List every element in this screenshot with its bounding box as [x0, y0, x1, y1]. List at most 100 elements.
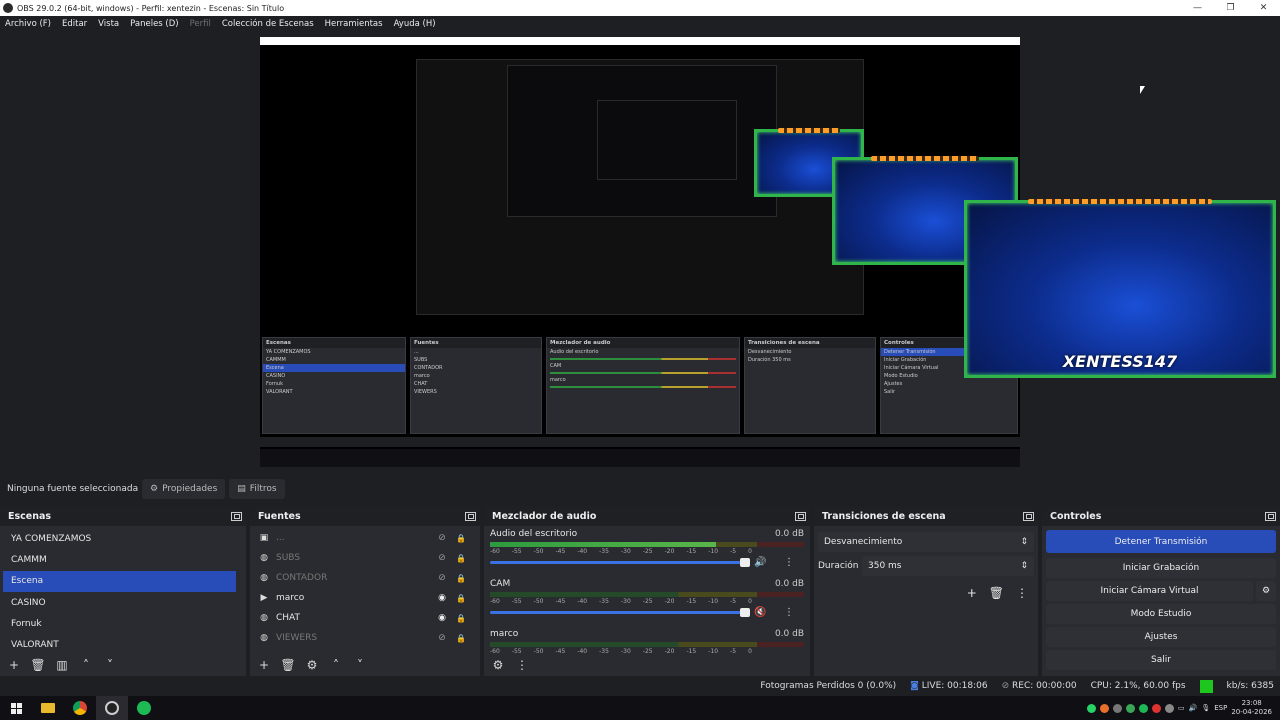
- virtual-camera-settings-icon[interactable]: ⚙: [1256, 581, 1276, 601]
- filters-button[interactable]: ▤ Filtros: [229, 479, 285, 499]
- add-source-icon[interactable]: +: [256, 657, 272, 673]
- chrome-icon[interactable]: [64, 696, 96, 720]
- source-name: VIEWERS: [276, 633, 318, 643]
- menu-docks[interactable]: Paneles (D): [130, 19, 178, 29]
- menu-help[interactable]: Ayuda (H): [394, 19, 436, 29]
- scale-tick: -40: [577, 548, 588, 555]
- eye-hidden-icon[interactable]: ⊘: [436, 553, 448, 563]
- obs-taskbar-icon[interactable]: [96, 696, 128, 720]
- transition-menu-icon[interactable]: ⋮: [1016, 586, 1028, 600]
- source-name: SUBS: [276, 553, 301, 563]
- mixer-menu-icon[interactable]: ⋮: [514, 657, 530, 673]
- eye-icon[interactable]: ◉: [436, 613, 448, 623]
- lock-icon[interactable]: 🔒: [456, 634, 466, 643]
- scene-item[interactable]: CASINO: [3, 592, 236, 613]
- tray-app-icon[interactable]: [1125, 703, 1135, 713]
- network-icon[interactable]: ▭: [1178, 704, 1185, 712]
- file-explorer-icon[interactable]: [32, 696, 64, 720]
- channel-menu-icon[interactable]: ⋮: [784, 607, 794, 618]
- scale-tick: -50: [533, 548, 544, 555]
- scene-item-selected[interactable]: Escena: [3, 570, 236, 592]
- undock-icon[interactable]: [795, 511, 806, 521]
- move-down-icon[interactable]: ˅: [352, 657, 368, 673]
- volume-slider[interactable]: [490, 558, 750, 567]
- menu-tools[interactable]: Herramientas: [325, 19, 383, 29]
- duration-input[interactable]: 350 ms ⇕: [862, 556, 1034, 576]
- scene-item[interactable]: VALORANT: [3, 634, 236, 655]
- undock-icon[interactable]: [1023, 511, 1034, 521]
- lock-icon[interactable]: 🔒: [456, 554, 466, 563]
- menu-file[interactable]: Archivo (F): [5, 19, 51, 29]
- menu-profile[interactable]: Perfil: [190, 19, 211, 29]
- clock[interactable]: 23:08 20-04-2026: [1231, 699, 1272, 717]
- whatsapp-icon[interactable]: [1086, 703, 1096, 713]
- spotify-tray-icon[interactable]: [1138, 703, 1148, 713]
- lock-icon[interactable]: 🔒: [456, 534, 466, 543]
- eye-icon[interactable]: ◉: [436, 593, 448, 603]
- eye-hidden-icon[interactable]: ⊘: [436, 533, 448, 543]
- move-up-icon[interactable]: ˄: [78, 657, 94, 673]
- menu-edit[interactable]: Editar: [62, 19, 87, 29]
- add-scene-icon[interactable]: +: [6, 657, 22, 673]
- scale-tick: -15: [686, 598, 697, 605]
- source-item[interactable]: ◍ VIEWERS ⊘ 🔒: [250, 628, 480, 648]
- menu-view[interactable]: Vista: [98, 19, 119, 29]
- windows-start-icon[interactable]: [0, 696, 32, 720]
- slider-handle[interactable]: [740, 608, 750, 617]
- volume-icon[interactable]: 🔊: [1189, 704, 1198, 712]
- undock-icon[interactable]: [1265, 511, 1276, 521]
- eye-hidden-icon[interactable]: ⊘: [436, 573, 448, 583]
- move-down-icon[interactable]: ˅: [102, 657, 118, 673]
- spotify-icon[interactable]: [128, 696, 160, 720]
- scene-item[interactable]: YA COMENZAMOS: [3, 528, 236, 549]
- properties-button[interactable]: ⚙ Propiedades: [142, 479, 226, 499]
- source-item[interactable]: ◍ CHAT ◉ 🔒: [250, 608, 480, 628]
- preview-area[interactable]: Escenas YA COMENZAMOS CAMMM Escena CASINO …: [0, 32, 1280, 472]
- remove-transition-icon[interactable]: 🗑: [989, 586, 1004, 600]
- scene-item[interactable]: Fornuk: [3, 613, 236, 634]
- transition-select[interactable]: Desvanecimiento ⇕: [818, 532, 1034, 552]
- move-up-icon[interactable]: ˄: [328, 657, 344, 673]
- source-item[interactable]: ▣... ⊘ 🔒: [250, 528, 480, 548]
- source-properties-icon[interactable]: ⚙: [304, 657, 320, 673]
- language-indicator[interactable]: ESP: [1214, 704, 1227, 712]
- preview-canvas[interactable]: Escenas YA COMENZAMOS CAMMM Escena CASINO …: [260, 37, 1020, 467]
- remove-source-icon[interactable]: 🗑: [280, 657, 296, 673]
- close-icon[interactable]: ✕: [1247, 0, 1280, 16]
- menu-scene-collection[interactable]: Colección de Escenas: [222, 19, 314, 29]
- source-item[interactable]: ▶ marco ◉ 🔒: [250, 588, 480, 608]
- tray-app-icon[interactable]: [1099, 703, 1109, 713]
- start-virtual-camera-button[interactable]: Iniciar Cámara Virtual: [1046, 581, 1253, 601]
- settings-button[interactable]: Ajustes: [1046, 627, 1276, 647]
- muted-speaker-icon[interactable]: 🔇: [754, 607, 766, 618]
- scale-tick: -45: [555, 548, 566, 555]
- add-transition-icon[interactable]: +: [967, 586, 977, 600]
- mic-icon[interactable]: 🎙: [1201, 704, 1210, 712]
- scene-filters-icon[interactable]: ▥: [54, 657, 70, 673]
- eye-hidden-icon[interactable]: ⊘: [436, 633, 448, 643]
- lock-icon[interactable]: 🔒: [456, 594, 466, 603]
- source-item[interactable]: ◍ CONTADOR ⊘ 🔒: [250, 568, 480, 588]
- minimize-icon[interactable]: —: [1181, 0, 1214, 16]
- tray-app-icon[interactable]: [1164, 703, 1174, 713]
- spin-icon[interactable]: ⇕: [1020, 561, 1028, 571]
- speaker-icon[interactable]: 🔊: [754, 557, 766, 568]
- source-item[interactable]: ◍ SUBS ⊘ 🔒: [250, 548, 480, 568]
- restore-icon[interactable]: ❐: [1214, 0, 1247, 16]
- slider-handle[interactable]: [740, 558, 750, 567]
- lock-icon[interactable]: 🔒: [456, 574, 466, 583]
- start-recording-button[interactable]: Iniciar Grabación: [1046, 558, 1276, 578]
- stop-streaming-button[interactable]: Detener Transmisión: [1046, 530, 1276, 553]
- undock-icon[interactable]: [231, 511, 242, 521]
- scene-item[interactable]: CAMMM: [3, 549, 236, 570]
- advanced-audio-icon[interactable]: ⚙: [490, 657, 506, 673]
- exit-button[interactable]: Salir: [1046, 650, 1276, 670]
- channel-menu-icon[interactable]: ⋮: [784, 557, 794, 568]
- remove-scene-icon[interactable]: 🗑: [30, 657, 46, 673]
- volume-slider[interactable]: [490, 608, 750, 617]
- tray-app-icon[interactable]: [1151, 703, 1161, 713]
- studio-mode-button[interactable]: Modo Estudio: [1046, 604, 1276, 624]
- steam-icon[interactable]: [1112, 703, 1122, 713]
- undock-icon[interactable]: [465, 511, 476, 521]
- lock-icon[interactable]: 🔒: [456, 614, 466, 623]
